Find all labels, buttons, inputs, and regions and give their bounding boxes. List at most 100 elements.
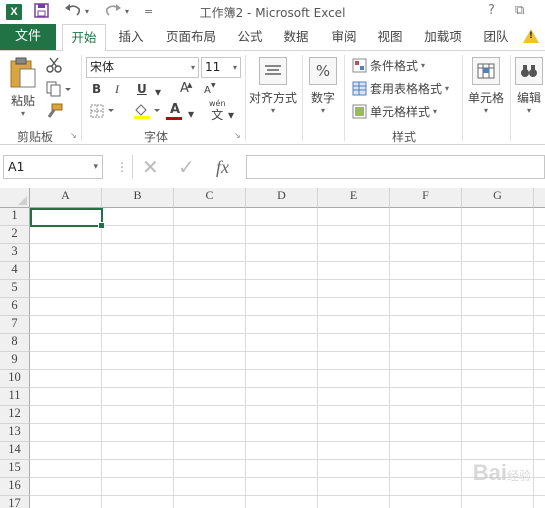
row-header-14[interactable]: 14 [0,442,30,460]
group-separator [81,55,82,141]
conditional-formatting-button[interactable]: 条件格式 ▾ [352,57,425,74]
styles-group-label: 样式 [391,130,416,144]
cut-button[interactable] [46,57,62,77]
group-separator [510,55,511,141]
border-icon [90,104,114,118]
cell-styles-button[interactable]: 单元格样式 ▾ [352,103,437,120]
column-header-g[interactable]: G [462,188,534,208]
font-color-dropdown-icon[interactable]: ▾ [188,106,194,122]
format-painter-button[interactable] [46,103,64,123]
phonetic-button[interactable]: wén 文 [209,99,226,122]
insert-function-button[interactable]: fx [216,155,229,179]
clipboard-launcher-icon[interactable]: ↘ [70,131,77,140]
copy-button[interactable] [46,81,72,101]
conditional-format-icon [352,58,367,73]
tab-formulas[interactable]: 公式 [232,24,268,50]
cell-area[interactable] [30,208,545,508]
shrink-font-button[interactable]: A [204,83,211,99]
column-header-f[interactable]: F [390,188,462,208]
tab-data[interactable]: 数据 [278,24,314,50]
row-header-15[interactable]: 15 [0,460,30,478]
formula-separator [132,155,133,179]
name-box[interactable]: A1 ▾ [3,155,103,179]
row-header-6[interactable]: 6 [0,298,30,316]
row-header-2[interactable]: 2 [0,226,30,244]
format-as-table-button[interactable]: 套用表格格式 ▾ [352,80,449,97]
number-dropdown-icon: ▾ [320,106,325,115]
cells-button[interactable]: 单元格 ▾ [466,57,506,115]
row-header-12[interactable]: 12 [0,406,30,424]
cells-icon [472,57,500,85]
tab-review[interactable]: 审阅 [326,24,362,50]
font-name-select[interactable]: 宋体 ▾ [86,57,199,78]
copy-icon [46,81,71,97]
borders-button[interactable] [90,104,116,122]
column-header-d[interactable]: D [246,188,318,208]
formula-input[interactable] [246,155,545,179]
conditional-formatting-label: 条件格式 [370,59,419,73]
row-header-17[interactable]: 17 [0,496,30,508]
tab-view[interactable]: 视图 [372,24,408,50]
chevron-down-icon: ▾ [232,63,237,72]
tab-team[interactable]: 团队 [478,24,514,50]
tab-page-layout[interactable]: 页面布局 [160,24,222,50]
select-all-button[interactable] [0,188,30,208]
font-launcher-icon[interactable]: ↘ [234,131,241,140]
underline-dropdown-icon[interactable]: ▾ [155,84,161,100]
help-button[interactable]: ? [488,3,495,18]
tab-home[interactable]: 开始 [62,24,106,51]
number-format-button[interactable]: % 数字 ▾ [306,57,340,115]
clipboard-icon [10,57,36,88]
row-header-10[interactable]: 10 [0,370,30,388]
row-header-4[interactable]: 4 [0,262,30,280]
row-header-16[interactable]: 16 [0,478,30,496]
editing-button[interactable]: 编辑 ▾ [513,57,545,115]
paint-bucket-icon [134,104,160,119]
bold-button[interactable]: B [92,81,101,97]
column-header-a[interactable]: A [30,188,102,208]
phonetic-dropdown-icon[interactable]: ▾ [228,107,234,123]
row-header-3[interactable]: 3 [0,244,30,262]
italic-button[interactable]: I [115,81,119,97]
ribbon-tabs: 文件 开始 插入 页面布局 公式 数据 审阅 视图 加载项 团队 ! [0,24,545,51]
row-header-5[interactable]: 5 [0,280,30,298]
formula-bar-grip-icon[interactable]: ⋮ [116,155,128,179]
scissors-icon [46,57,62,73]
font-size-select[interactable]: 11 ▾ [201,57,241,78]
alignment-button[interactable]: 对齐方式 ▾ [248,57,298,115]
format-as-table-label: 套用表格格式 [370,82,443,96]
watermark-suffix: 经验 [506,469,531,483]
paste-button[interactable]: 粘贴 ▾ [6,57,40,118]
alignment-dropdown-icon: ▾ [270,106,275,115]
active-cell-a1[interactable] [30,208,105,229]
warning-mark: ! [528,31,533,41]
row-header-1[interactable]: 1 [0,208,30,226]
column-header-b[interactable]: B [102,188,174,208]
row-header-11[interactable]: 11 [0,388,30,406]
cancel-icon[interactable]: ✕ [142,155,159,179]
row-header-8[interactable]: 8 [0,334,30,352]
chevron-down-icon: ▾ [421,61,426,70]
underline-button[interactable]: U [137,81,147,97]
table-format-icon [352,81,367,96]
spreadsheet-grid: A B C D E F G 1 2 3 4 5 6 7 8 9 10 11 12… [0,188,545,508]
number-label: 数字 [310,91,335,105]
column-header-e[interactable]: E [318,188,390,208]
row-header-13[interactable]: 13 [0,424,30,442]
group-separator [344,55,345,141]
font-group-label: 字体 [143,130,168,144]
fill-color-button[interactable] [133,103,161,124]
column-header-c[interactable]: C [174,188,246,208]
row-header-9[interactable]: 9 [0,352,30,370]
enter-icon[interactable]: ✓ [178,155,195,179]
title-bar: X ▾ ▾ = 工作簿2 - Microsoft Excel ? ⧉ [0,0,545,24]
tab-insert[interactable]: 插入 [112,24,150,50]
row-header-7[interactable]: 7 [0,316,30,334]
restore-button[interactable]: ⧉ [515,3,524,18]
column-header-partial[interactable] [534,188,545,208]
ribbon: 粘贴 ▾ 剪贴板 ↘ 宋体 ▾ 11 ▾ B I U ▾ A ▲ A ▼ A ▾… [0,50,545,145]
tab-file[interactable]: 文件 [0,24,56,50]
chevron-down-icon: ▾ [433,107,438,116]
font-color-button[interactable]: A [170,102,180,118]
tab-add-ins[interactable]: 加载项 [418,24,468,50]
